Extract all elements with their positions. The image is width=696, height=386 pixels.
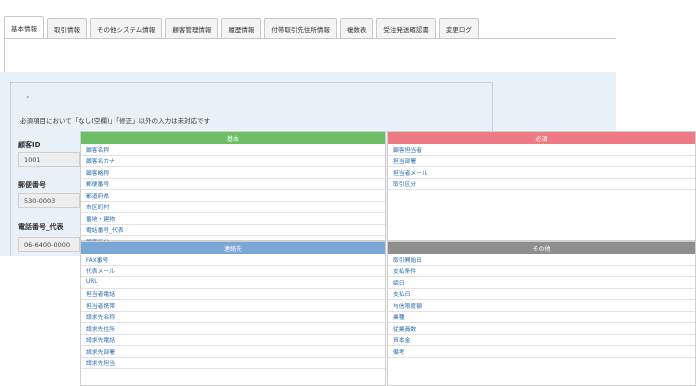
tab-basic-info[interactable]: 基本情報 — [4, 16, 44, 38]
collapse-chevron-icon[interactable]: ˅ — [26, 96, 30, 104]
field-option[interactable]: 与信限度額 — [388, 300, 695, 312]
field-option[interactable]: 支払条件 — [388, 266, 695, 277]
field-option[interactable]: 請求先名称 — [81, 312, 385, 323]
tab-bar: 基本情報 取引情報 その他システム情報 顧客管理情報 履歴情報 付帯取引先住所情… — [4, 16, 482, 38]
field-option[interactable]: 担当部署 — [388, 156, 695, 167]
tab-incidental-address[interactable]: 付帯取引先住所情報 — [264, 18, 337, 38]
tab-history-info[interactable]: 履歴情報 — [221, 18, 262, 38]
field-panel-required: 必須 顧客担当者 担当部署 担当者メール 取引区分 — [387, 131, 696, 241]
field-option[interactable]: 担当者携帯 — [81, 300, 385, 312]
field-option[interactable]: 資本金 — [388, 335, 695, 346]
field-option[interactable]: 備考 — [388, 346, 695, 358]
field-option[interactable]: 電話番号_代表 — [81, 225, 385, 236]
tab-customer-management[interactable]: 顧客管理情報 — [165, 18, 219, 38]
field-option[interactable]: FAX番号 — [81, 254, 385, 266]
field-panel-other: その他 取引開始日 支払条件 締日 支払日 与信限度額 業種 従業員数 資本金 … — [387, 241, 696, 386]
postal-code-label: 郵便番号 — [18, 181, 46, 189]
panel-header-contact: 連絡先 — [81, 242, 385, 254]
field-option[interactable]: 請求先電話 — [81, 335, 385, 346]
field-option[interactable]: 顧客名称 — [81, 144, 385, 156]
field-option[interactable]: 請求先住所 — [81, 323, 385, 335]
customer-id-field[interactable]: 1001 — [18, 152, 80, 167]
tab-order-confirmation[interactable]: 受注発送確認書 — [376, 18, 436, 38]
panel-header-required: 必須 — [388, 132, 695, 144]
field-option[interactable]: 代表メール — [81, 266, 385, 277]
customer-id-label: 顧客ID — [18, 141, 41, 149]
field-option[interactable]: 顧客名カナ — [81, 156, 385, 167]
field-option[interactable]: 締日 — [388, 277, 695, 289]
panel-header-other: その他 — [388, 242, 695, 254]
field-option[interactable]: 業種 — [388, 312, 695, 323]
field-option[interactable]: 支払日 — [388, 289, 695, 300]
field-option[interactable]: 取引開始日 — [388, 254, 695, 266]
instruction-text: 必須項目において「なし(空欄)」「修正」以外の入力は未対応です — [20, 117, 211, 125]
field-option[interactable]: 郵便番号 — [81, 179, 385, 190]
field-option[interactable]: 市区町村 — [81, 202, 385, 213]
tab-panel-border-left — [4, 38, 5, 72]
field-option[interactable]: 請求先担当 — [81, 358, 385, 369]
field-option[interactable]: 顧客略称 — [81, 167, 385, 179]
field-option[interactable]: 顧客担当者 — [388, 144, 695, 156]
phone-label: 電話番号_代表 — [18, 223, 64, 231]
tab-other-system-info[interactable]: その他システム情報 — [90, 18, 163, 38]
field-option[interactable]: 請求先部署 — [81, 346, 385, 358]
field-panel-contact: 連絡先 FAX番号 代表メール URL 担当者電話 担当者携帯 請求先名称 請求… — [80, 241, 386, 386]
phone-field[interactable]: 06-6400-0000 — [18, 237, 80, 252]
field-option[interactable]: 都道府県 — [81, 190, 385, 202]
field-option[interactable]: 従業員数 — [388, 323, 695, 335]
tab-change-log[interactable]: 変更ログ — [438, 18, 479, 38]
field-panel-basic: 基本 顧客名称 顧客名カナ 顧客略称 郵便番号 都道府県 市区町村 番地・建物 … — [80, 131, 386, 248]
field-option[interactable]: 番地・建物 — [81, 213, 385, 225]
tab-multi-table[interactable]: 複数表 — [339, 18, 374, 38]
field-option[interactable]: URL — [81, 277, 385, 289]
field-option[interactable]: 担当者メール — [388, 167, 695, 179]
panel-header-basic: 基本 — [81, 132, 385, 144]
field-option[interactable]: 取引区分 — [388, 179, 695, 190]
tab-transaction-info[interactable]: 取引情報 — [47, 18, 87, 38]
postal-code-field[interactable]: 530-0003 — [18, 193, 80, 208]
field-option[interactable]: 担当者電話 — [81, 289, 385, 300]
tab-panel-border — [4, 38, 616, 39]
